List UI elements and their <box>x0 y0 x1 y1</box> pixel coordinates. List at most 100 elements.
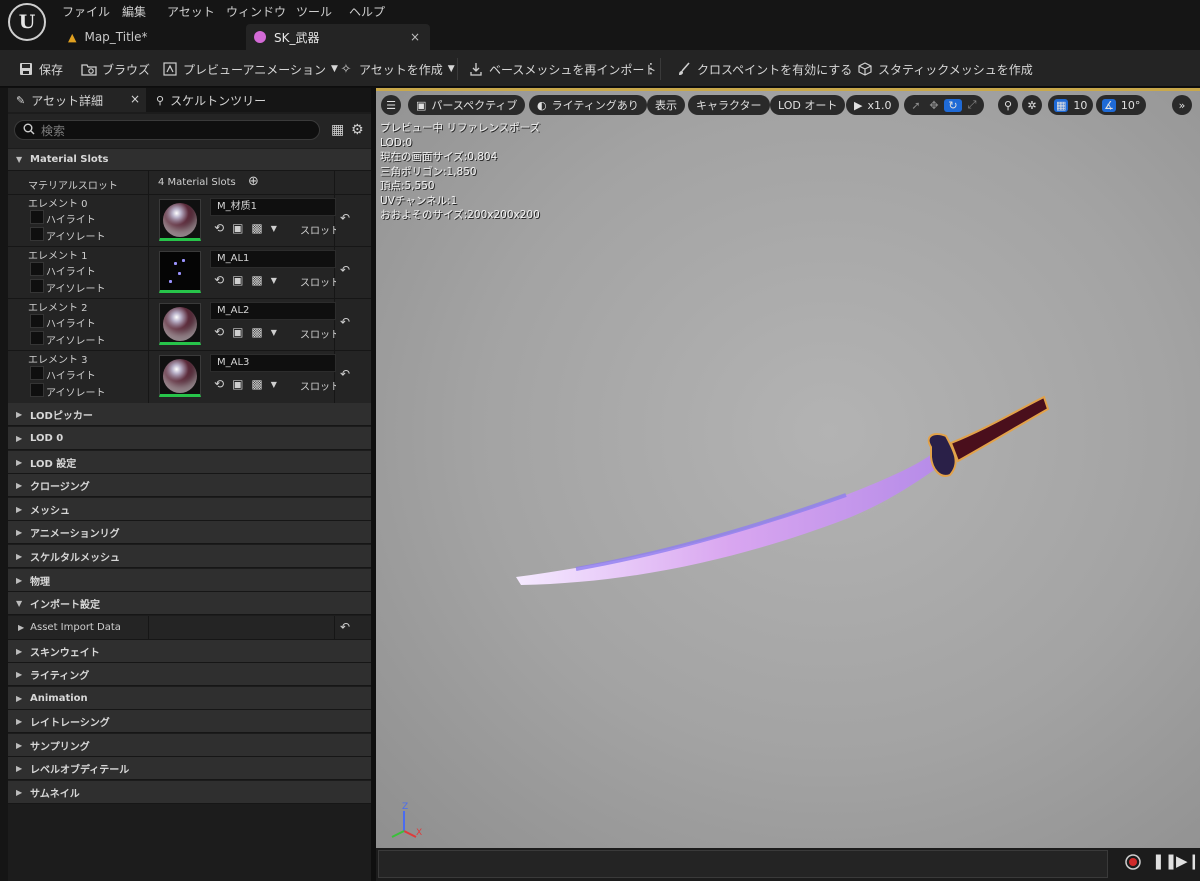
isolate-checkbox[interactable] <box>30 383 44 397</box>
step-forward-icon[interactable]: ▶❙ <box>1176 852 1200 870</box>
reset-icon[interactable]: ↶ <box>340 211 350 225</box>
reset-icon[interactable]: ↶ <box>340 315 350 329</box>
gear-icon[interactable]: ⚙ <box>351 122 364 138</box>
browse-label: ブラウズ <box>102 62 151 77</box>
material-slot-label: マテリアルスロット <box>28 181 118 192</box>
close-tab-icon[interactable]: × <box>410 30 420 44</box>
asset-import-data-row[interactable]: ▶ Asset Import Data ↶ <box>8 616 371 640</box>
category-sampling[interactable]: ▶ サンプリング <box>8 734 371 757</box>
highlight-checkbox[interactable] <box>30 366 44 380</box>
menu-asset[interactable]: アセット <box>167 3 215 20</box>
category-lod-picker[interactable]: ▶ LODピッカー <box>8 403 371 426</box>
material-picker[interactable]: M_AL3 <box>210 354 336 372</box>
material-sphere-preview <box>163 359 197 393</box>
checker-icon[interactable]: ▩ <box>251 221 262 235</box>
category-import-settings[interactable]: ▼ インポート設定 <box>8 592 371 615</box>
chevron-down-icon[interactable]: ▼ <box>271 380 277 389</box>
isolate-checkbox[interactable] <box>30 227 44 241</box>
save-button[interactable]: 保存 <box>18 58 63 80</box>
material-thumbnail[interactable] <box>159 199 201 241</box>
material-picker[interactable]: M_材质1 <box>210 198 336 216</box>
create-asset-dropdown[interactable]: ✧ アセットを作成 ▼ <box>338 58 455 80</box>
reset-icon[interactable]: ↶ <box>340 263 350 277</box>
browse-folder-icon[interactable]: ▣ <box>232 273 243 287</box>
section-material-slots[interactable]: ▼ Material Slots <box>8 149 371 171</box>
material-thumbnail[interactable] <box>159 355 201 397</box>
collapsed-arrow-icon: ▶ <box>16 763 23 773</box>
material-slot-count: 4 Material Slots <box>158 177 236 188</box>
category-physics[interactable]: ▶ 物理 <box>8 569 371 592</box>
browse-folder-icon[interactable]: ▣ <box>232 377 243 391</box>
preview-animation-dropdown[interactable]: プレビューアニメーション ▼ <box>162 58 338 80</box>
close-icon[interactable]: × <box>130 92 140 106</box>
use-selected-icon[interactable]: ⟲ <box>214 325 224 339</box>
material-slots-area: マテリアルスロット 4 Material Slots ⊕ エレメント 0 ハイラ… <box>8 171 371 404</box>
reimport-base-mesh-button[interactable]: ベースメッシュを再インポート <box>468 58 656 80</box>
menu-bar: U ファイル 編集 アセット ウィンドウ ツール ヘルプ <box>0 0 1200 41</box>
menu-window[interactable]: ウィンドウ <box>226 3 286 20</box>
reset-icon[interactable]: ↶ <box>340 367 350 381</box>
category-clothing[interactable]: ▶ クロージング <box>8 474 371 497</box>
highlight-checkbox[interactable] <box>30 314 44 328</box>
enable-cloth-paint-button[interactable]: クロスペイントを有効にする <box>676 58 852 80</box>
material-thumbnail[interactable] <box>159 303 201 345</box>
browse-folder-icon <box>81 61 97 77</box>
use-selected-icon[interactable]: ⟲ <box>214 377 224 391</box>
isolate-checkbox[interactable] <box>30 331 44 345</box>
category-thumbnail[interactable]: ▶ サムネイル <box>8 781 371 804</box>
checker-icon[interactable]: ▩ <box>251 273 262 287</box>
sword-blade <box>516 451 944 585</box>
material-picker[interactable]: M_AL1 <box>210 250 336 268</box>
element-3-label: エレメント 3 <box>28 355 88 366</box>
use-selected-icon[interactable]: ⟲ <box>214 221 224 235</box>
isolate-checkbox[interactable] <box>30 279 44 293</box>
spark <box>169 280 172 283</box>
tab-skeletal-mesh[interactable]: SK_武器 × <box>246 24 430 50</box>
category-animation-rig[interactable]: ▶ アニメーションリグ <box>8 521 371 544</box>
tab-asset-details[interactable]: ✎ アセット詳細 × <box>8 88 146 112</box>
preview-viewport[interactable]: ☰ ▣ パースペクティブ ◐ ライティングあり 表示 キャラクター LOD オー… <box>376 88 1200 848</box>
highlight-checkbox[interactable] <box>30 210 44 224</box>
timeline-scrubber[interactable] <box>378 850 1108 878</box>
menu-file[interactable]: ファイル <box>62 3 110 20</box>
category-lighting[interactable]: ▶ ライティング <box>8 663 371 686</box>
make-static-mesh-button[interactable]: スタティックメッシュを作成 <box>857 58 1033 80</box>
table-view-icon[interactable]: ▦ <box>331 122 344 138</box>
pause-icon[interactable]: ❚❚ <box>1152 852 1177 870</box>
category-ray-tracing[interactable]: ▶ レイトレーシング <box>8 710 371 733</box>
menu-tools[interactable]: ツール <box>296 3 332 20</box>
category-skeletal-mesh[interactable]: ▶ スケルタルメッシュ <box>8 545 371 568</box>
category-skin-weight[interactable]: ▶ スキンウェイト <box>8 640 371 663</box>
reset-icon[interactable]: ↶ <box>340 620 350 634</box>
material-picker[interactable]: M_AL2 <box>210 302 336 320</box>
category-lod-settings[interactable]: ▶ LOD 設定 <box>8 451 371 474</box>
browse-folder-icon[interactable]: ▣ <box>232 325 243 339</box>
use-selected-icon[interactable]: ⟲ <box>214 273 224 287</box>
tab-skeleton-tree[interactable]: ⚲ スケルトンツリー <box>148 88 308 112</box>
category-animation[interactable]: ▶ Animation <box>8 687 371 710</box>
category-label: レイトレーシング <box>30 717 110 729</box>
checker-icon[interactable]: ▩ <box>251 325 262 339</box>
chevron-down-icon[interactable]: ▼ <box>271 276 277 285</box>
category-lod-0[interactable]: ▶ LOD 0 <box>8 427 371 450</box>
asset-import-data-label: Asset Import Data <box>30 622 121 633</box>
menu-edit[interactable]: 編集 <box>122 3 146 20</box>
chevron-down-icon[interactable]: ▼ <box>271 328 277 337</box>
checker-icon[interactable]: ▩ <box>251 377 262 391</box>
slot-name-label: スロット名 <box>300 382 336 393</box>
material-thumbnail[interactable] <box>159 251 201 293</box>
menu-help[interactable]: ヘルプ <box>349 3 385 20</box>
tab-map-title[interactable]: ▲ Map_Title* <box>62 24 242 50</box>
search-input[interactable]: 検索 <box>14 120 320 140</box>
browse-button[interactable]: ブラウズ <box>81 58 150 80</box>
chevron-down-icon[interactable]: ▼ <box>271 224 277 233</box>
record-icon[interactable] <box>1124 853 1142 875</box>
category-level-of-detail[interactable]: ▶ レベルオブディテール <box>8 757 371 780</box>
more-options-icon[interactable]: ⋮ <box>644 58 658 80</box>
search-icon <box>23 123 35 138</box>
category-mesh[interactable]: ▶ メッシュ <box>8 498 371 521</box>
unreal-logo-icon[interactable]: U <box>8 3 46 41</box>
highlight-checkbox[interactable] <box>30 262 44 276</box>
browse-folder-icon[interactable]: ▣ <box>232 221 243 235</box>
add-slot-icon[interactable]: ⊕ <box>248 174 259 189</box>
